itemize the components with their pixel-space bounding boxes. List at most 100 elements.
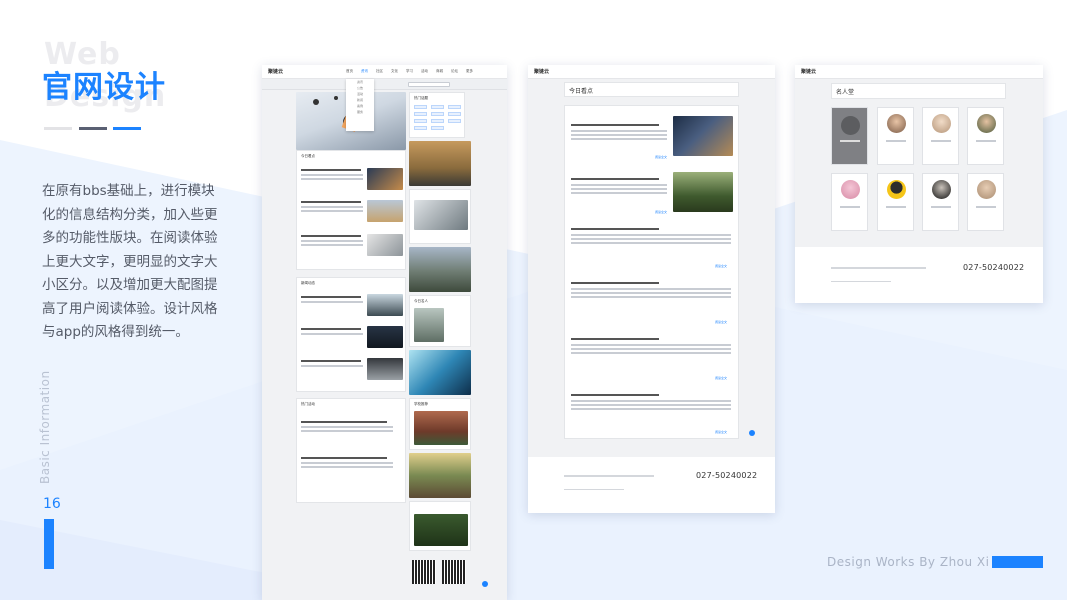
mock-school-card: 学校推荐 <box>409 398 471 450</box>
mock-tag <box>448 112 461 116</box>
page-accent-bar <box>44 519 54 569</box>
mock-events-card: 热门活动 <box>296 398 406 503</box>
mock-read-more: 阅读全文 <box>655 210 668 214</box>
mock-section-title: 热门活动 <box>301 402 315 406</box>
mock-nav-item: 商城 <box>436 69 443 73</box>
mock-text-line <box>886 140 906 142</box>
mock-topbar: 聚链云 <box>795 65 1043 79</box>
mock-read-more: 阅读全文 <box>655 155 668 159</box>
mock-read-more: 阅读全文 <box>715 320 728 324</box>
mock-tag <box>414 119 427 123</box>
mock-text-line <box>571 238 731 240</box>
mock-famous-card: 今日名人 <box>409 295 471 347</box>
mock-text-line <box>571 242 731 244</box>
mock-text-line <box>571 184 667 186</box>
mock-tag <box>414 112 427 116</box>
vertical-caption: Basic Information <box>38 370 52 484</box>
mock-text-line <box>301 244 363 246</box>
mock-tag <box>431 126 444 130</box>
mock-person-card <box>922 173 959 231</box>
mock-footer-links <box>564 475 654 477</box>
mock-thumb <box>367 168 403 190</box>
mock-section-title: 名人堂 <box>836 89 855 96</box>
mock-text-line <box>571 296 731 298</box>
mock-headline <box>301 421 387 423</box>
page-title: 官网设计 <box>42 70 166 105</box>
mock-headline <box>301 169 361 171</box>
mock-text-line <box>301 240 363 242</box>
mock-subbar <box>262 79 507 90</box>
mock-text-line <box>571 348 731 350</box>
mock-side-image <box>409 453 471 498</box>
mock-today-card: 今日看点 <box>296 150 406 270</box>
mock-thumb <box>367 358 403 380</box>
mock-nav-item: 活动 <box>421 69 428 73</box>
mock-thumb <box>414 514 468 546</box>
mock-thumb <box>367 294 403 316</box>
mock-text-line <box>571 408 731 410</box>
mock-text-line <box>301 430 393 432</box>
mock-logo: 聚链云 <box>534 69 550 75</box>
mock-event-card <box>409 501 471 551</box>
mock-tag <box>431 105 444 109</box>
mock-article-card: 阅读全文 阅读全文 阅读全文 阅读全文 阅读全文 阅读全文 <box>564 105 739 439</box>
mock-headline <box>301 360 361 362</box>
mock-section-title: 今日看点 <box>301 154 315 158</box>
mock-section-title: 新闻动态 <box>301 281 315 285</box>
mock-text-line <box>571 192 667 194</box>
mock-logo: 聚链云 <box>268 69 284 75</box>
mock-float-button <box>482 581 488 587</box>
mock-nav-item: 论坛 <box>451 69 458 73</box>
mock-thumb <box>673 116 733 156</box>
mock-headline <box>571 228 659 230</box>
mock-headline <box>571 178 659 180</box>
mock-text-line <box>301 206 363 208</box>
mock-section-title: 学校推荐 <box>414 402 428 406</box>
mock-qr-code <box>412 560 436 584</box>
mock-person-card <box>967 107 1004 165</box>
mock-text-line <box>571 234 731 236</box>
mock-read-more: 阅读全文 <box>715 264 728 268</box>
slide: Web Design 官网设计 在原有bbs基础上，进行模块化的信息结构分类，加… <box>0 0 1067 600</box>
mock-text-line <box>571 292 731 294</box>
mock-headline <box>301 296 361 298</box>
avatar <box>841 116 860 135</box>
mock-tag <box>448 119 461 123</box>
mock-text-line <box>301 333 363 335</box>
mock-nav: 首页 资讯 社区 文化 学习 活动 商城 论坛 更多 <box>346 69 473 74</box>
mock-dropdown-menu: 资讯 公告 活动 新闻 案例 服务 <box>346 79 374 131</box>
description-text: 在原有bbs基础上，进行模块化的信息结构分类，加入些更多的功能性版块。在阅读体验… <box>42 183 218 340</box>
mock-headline <box>571 394 659 396</box>
avatar <box>887 114 906 133</box>
mock-float-button <box>749 430 755 436</box>
mock-phone: 027-50240022 <box>963 263 1025 272</box>
mock-side-image <box>409 247 471 292</box>
mock-headline <box>301 328 361 330</box>
mock-footer-text <box>564 489 624 490</box>
mock-thumb <box>414 411 468 445</box>
mock-nav-item: 更多 <box>466 69 473 73</box>
mockup-homepage: 聚链云 首页 资讯 社区 文化 学习 活动 商城 论坛 更多 资讯 公告 活动 … <box>262 65 507 600</box>
mock-text-line <box>301 178 363 180</box>
mock-text-line <box>976 206 996 208</box>
mock-tag <box>414 126 427 130</box>
mock-qr-code <box>442 560 466 584</box>
mock-section-header: 今日看点 <box>564 82 739 97</box>
mock-side-card <box>409 189 471 244</box>
mock-read-more: 阅读全文 <box>715 430 728 434</box>
mock-nav-item: 首页 <box>346 69 353 73</box>
mock-person-card <box>922 107 959 165</box>
mock-text-line <box>571 138 667 140</box>
mock-person-card <box>831 173 868 231</box>
mock-text-line <box>301 462 393 464</box>
mock-nav-item: 社区 <box>376 69 383 73</box>
mock-nav-item: 文化 <box>391 69 398 73</box>
divider-dash <box>44 127 72 130</box>
mock-thumb <box>414 308 444 342</box>
avatar <box>841 180 860 199</box>
credit-text: Design Works By Zhou Xi <box>827 555 990 569</box>
mock-search-box <box>408 82 450 87</box>
mock-text-line <box>301 210 363 212</box>
mock-text-line <box>571 130 667 132</box>
mock-text-line <box>931 206 951 208</box>
